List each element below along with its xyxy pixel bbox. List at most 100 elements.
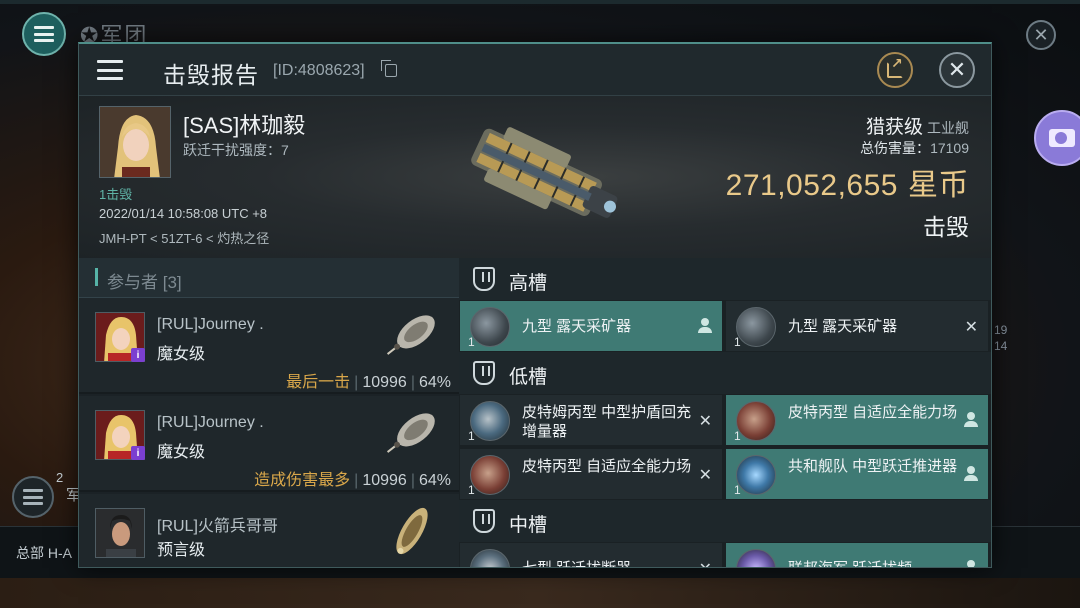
participant-name: [RUL]Journey . [157, 316, 264, 333]
fitting-panel: 高槽 1 九型 露天采矿器 1 九型 露天采矿器 ✕ 低槽 1 皮特姆丙型 中型… [459, 258, 991, 567]
participant-name: [RUL]火箭兵哥哥 [157, 518, 278, 535]
module-item[interactable]: 1 七型 跃迁扰断器 ✕ [459, 542, 723, 567]
participant-tag: 最后一击 [286, 374, 351, 391]
participant-stats: 造成伤害最多 | 10996 | 64% [254, 466, 451, 490]
warp-disruption-strength: 跃迁干扰强度：7 [183, 142, 289, 158]
high-slot-icon [473, 267, 495, 291]
module-quantity: 1 [468, 483, 475, 497]
side-number: 14 [994, 339, 1008, 353]
high-slot-header: 高槽 [459, 258, 991, 300]
participant-damage: 10996 [362, 472, 407, 489]
module-name: 联邦海军 跃迁扰频 [788, 559, 958, 567]
participant-ship-icon [379, 302, 445, 368]
module-quantity: 1 [468, 429, 475, 443]
dropped-person-icon [698, 318, 712, 334]
ship-class[interactable]: 猎获级 工业舰 [866, 112, 969, 139]
module-name: 皮特丙型 自适应全能力场 [788, 404, 958, 421]
participants-header: 参与者 [3] [79, 258, 459, 298]
share-button[interactable] [877, 52, 913, 88]
low-slot-title: 低槽 [509, 367, 548, 388]
victim-name[interactable]: [SAS]林珈毅 [183, 108, 305, 140]
warp-disruptor-icon [736, 549, 776, 567]
kill-report-dialog: 击毁报告 [ID:4808623] ✕ [SAS]林珈毅 跃迁干扰强度：7 1击… [78, 42, 992, 568]
total-damage-value: 17109 [930, 140, 969, 156]
participant-row[interactable]: i [RUL]Journey . 魔女级 最后一击 | 10996 | 64% [79, 298, 459, 394]
menu-icon [34, 26, 54, 42]
module-name: 九型 露天采矿器 [788, 318, 898, 335]
menu-icon [23, 489, 43, 505]
destroyed-icon: ✕ [698, 467, 712, 484]
participant-percent: 64% [418, 472, 451, 489]
low-slot-icon [473, 361, 495, 385]
participant-percent: 64% [418, 374, 451, 391]
close-button[interactable]: ✕ [939, 52, 975, 88]
dialog-menu-button[interactable] [95, 58, 125, 82]
module-item[interactable]: 1 九型 露天采矿器 [459, 300, 723, 352]
low-slot-header: 低槽 [459, 352, 991, 394]
participant-damage: 10996 [362, 374, 407, 391]
kill-count: 1击毁 [99, 187, 133, 202]
list-icon [97, 60, 123, 80]
destroyed-icon: ✕ [699, 559, 712, 567]
module-quantity: 1 [468, 335, 475, 349]
separator: | [354, 374, 359, 391]
top-bar [0, 0, 1080, 4]
module-name: 皮特姆丙型 中型护盾回充增量器 [522, 404, 692, 440]
strip-miner-icon [470, 307, 510, 347]
participant-portrait [95, 508, 145, 558]
kill-status: 击毁 [923, 214, 969, 240]
total-damage: 总伤害量：17109 [860, 138, 969, 158]
participant-ship-icon [379, 400, 445, 466]
participant-badge: i [131, 446, 145, 460]
share-icon [887, 55, 903, 78]
module-name: 七型 跃迁扰断器 [522, 559, 692, 567]
participant-ship: 魔女级 [157, 444, 206, 461]
module-quantity: 1 [734, 335, 741, 349]
ship-image [439, 114, 639, 244]
main-menu-button[interactable] [22, 12, 66, 56]
separator: | [410, 374, 415, 391]
module-name: 九型 露天采矿器 [522, 318, 632, 335]
module-quantity: 1 [734, 483, 741, 497]
participant-row[interactable]: i [RUL]Journey . 魔女级 造成伤害最多 | 10996 | 64% [79, 396, 459, 492]
side-number: 19 [994, 323, 1008, 337]
module-item[interactable]: 1 共和舰队 中型跃迁推进器 [725, 448, 989, 500]
corp-window-close-button[interactable]: ✕ [1026, 20, 1056, 50]
copy-icon[interactable] [381, 60, 397, 77]
kill-location[interactable]: JMH-PT < 51ZT-6 < 灼热之径 [99, 228, 269, 247]
strip-miner-icon [736, 307, 776, 347]
microwarpdrive-icon [736, 455, 776, 495]
participants-title: 参与者 [3] [107, 273, 182, 292]
camera-icon [1049, 129, 1075, 147]
module-item[interactable]: 1 皮特姆丙型 中型护盾回充增量器 ✕ [459, 394, 723, 446]
dropped-person-icon [964, 466, 978, 482]
channel-menu-button[interactable] [12, 476, 54, 518]
adaptive-field-icon [736, 401, 776, 441]
victim-summary: [SAS]林珈毅 跃迁干扰强度：7 1击毁 2022/01/14 10:58:0… [79, 96, 991, 258]
module-item[interactable]: 1 九型 露天采矿器 ✕ [725, 300, 989, 352]
section-marker [95, 268, 98, 286]
participant-row[interactable]: [RUL]火箭兵哥哥 预言级 [79, 494, 459, 567]
participant-stats: 最后一击 | 10996 | 64% [286, 368, 451, 392]
dropped-person-icon [964, 412, 978, 428]
channel-count: 2 [56, 470, 64, 485]
dropped-person-icon [964, 560, 978, 567]
participant-ship: 预言级 [157, 542, 206, 559]
separator: | [354, 472, 359, 489]
module-item[interactable]: 1 皮特丙型 自适应全能力场 [725, 394, 989, 446]
high-slot-title: 高槽 [509, 273, 548, 294]
mid-slot-header: 中槽 [459, 500, 991, 542]
kill-time: 2022/01/14 10:58:08 UTC +8 [99, 206, 268, 221]
shield-booster-icon [470, 401, 510, 441]
module-item[interactable]: 1 联邦海军 跃迁扰频 [725, 542, 989, 567]
victim-portrait[interactable] [99, 106, 171, 178]
mid-slot-title: 中槽 [509, 515, 548, 536]
dialog-title: 击毁报告 [163, 62, 259, 88]
module-item[interactable]: 1 皮特丙型 自适应全能力场 ✕ [459, 448, 723, 500]
ship-type: 工业舰 [927, 120, 969, 136]
mid-slot-icon [473, 509, 495, 533]
bottom-scenery [0, 578, 1080, 608]
separator: | [410, 472, 415, 489]
warp-scrambler-icon [470, 549, 510, 567]
camera-button[interactable] [1034, 110, 1080, 166]
